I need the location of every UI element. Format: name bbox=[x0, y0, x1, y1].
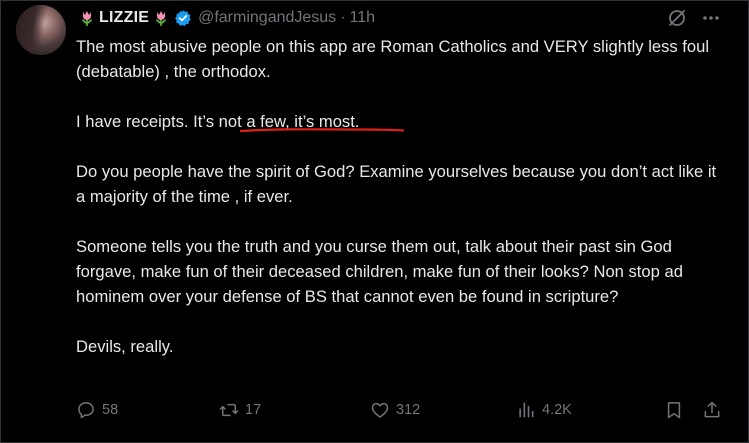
views-chart-icon bbox=[519, 402, 534, 418]
repost-icon bbox=[219, 403, 239, 417]
repost-button[interactable]: 17 bbox=[219, 398, 261, 422]
author-display-name[interactable]: LIZZIE bbox=[99, 9, 149, 27]
share-icon bbox=[704, 401, 720, 418]
avatar[interactable] bbox=[16, 5, 66, 55]
tulip-emoji-icon bbox=[82, 11, 92, 26]
post-actions-bar: 58 17 312 4.2K bbox=[76, 398, 726, 422]
tulip-emoji-icon bbox=[156, 11, 167, 26]
reply-count: 58 bbox=[102, 402, 119, 418]
grok-icon[interactable] bbox=[667, 8, 687, 28]
author-handle[interactable]: @farmingandJesus bbox=[198, 9, 336, 27]
post-body: The most abusive people on this app are … bbox=[76, 34, 726, 359]
post-paragraph: Devils, really. bbox=[76, 337, 174, 356]
red-underline-annotation bbox=[239, 128, 405, 133]
share-button[interactable] bbox=[702, 398, 728, 422]
post-paragraph: Do you people have the spirit of God? Ex… bbox=[76, 162, 717, 206]
verified-badge-icon[interactable] bbox=[174, 9, 192, 27]
reply-button[interactable]: 58 bbox=[76, 398, 118, 422]
bookmark-button[interactable] bbox=[664, 398, 690, 422]
reply-icon bbox=[78, 402, 94, 419]
post-header: LIZZIE @farmingandJesus · 11h bbox=[78, 8, 375, 28]
post-paragraph: Someone tells you the truth and you curs… bbox=[76, 237, 683, 306]
views-button[interactable]: 4.2K bbox=[516, 398, 572, 422]
more-options-icon[interactable] bbox=[701, 9, 721, 27]
view-count: 4.2K bbox=[542, 402, 572, 418]
post-timestamp[interactable]: 11h bbox=[350, 9, 376, 27]
header-separator: · bbox=[340, 9, 346, 26]
bookmark-icon bbox=[667, 402, 681, 419]
heart-icon bbox=[371, 402, 389, 418]
like-count: 312 bbox=[396, 402, 421, 418]
post-paragraph: The most abusive people on this app are … bbox=[76, 37, 710, 81]
repost-count: 17 bbox=[245, 402, 262, 418]
like-button[interactable]: 312 bbox=[370, 398, 420, 422]
